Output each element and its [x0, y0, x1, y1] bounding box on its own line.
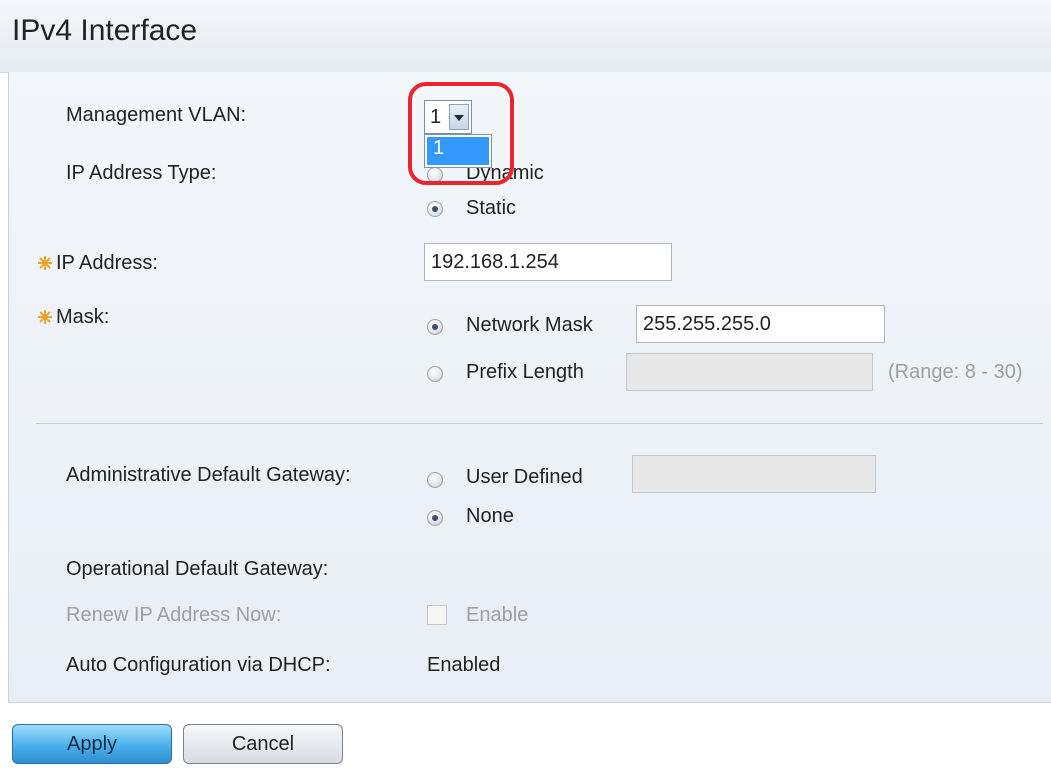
user-defined-gateway-input[interactable] [632, 455, 876, 493]
ip-address-type-label: IP Address Type: [66, 162, 217, 184]
radio-none[interactable] [427, 510, 443, 526]
operational-default-gateway-label: Operational Default Gateway: [66, 558, 329, 580]
apply-button[interactable]: Apply [12, 724, 172, 764]
auto-config-dhcp-value: Enabled [427, 654, 501, 676]
required-star-icon [38, 310, 52, 324]
network-mask-input[interactable] [636, 305, 885, 343]
ip-address-input[interactable] [424, 243, 672, 281]
highlight-annotation [408, 82, 514, 185]
radio-network-mask[interactable] [427, 319, 443, 335]
prefix-length-label: Prefix Length [466, 361, 584, 383]
static-label: Static [466, 197, 517, 219]
none-label: None [466, 505, 514, 527]
radio-prefix-length[interactable] [427, 366, 443, 382]
renew-ip-checkbox[interactable] [427, 605, 447, 625]
user-defined-label: User Defined [466, 466, 583, 488]
admin-default-gateway-label: Administrative Default Gateway: [66, 464, 351, 486]
renew-ip-enable-label: Enable [466, 604, 529, 626]
radio-user-defined[interactable] [427, 472, 443, 488]
management-vlan-label: Management VLAN: [66, 104, 247, 126]
auto-config-dhcp-label: Auto Configuration via DHCP: [66, 654, 331, 676]
page-title: IPv4 Interface [12, 14, 198, 47]
title-bar: IPv4 Interface [0, 0, 1051, 73]
network-mask-label: Network Mask [466, 314, 593, 336]
prefix-range-hint: (Range: 8 - 30) [888, 361, 1023, 383]
prefix-length-input[interactable] [626, 353, 873, 391]
mask-label: Mask: [56, 306, 110, 328]
required-star-icon [38, 256, 52, 270]
renew-ip-label: Renew IP Address Now: [66, 604, 282, 626]
radio-static[interactable] [427, 201, 443, 217]
ip-address-label: IP Address: [56, 252, 158, 274]
cancel-button[interactable]: Cancel [183, 724, 343, 764]
section-divider [36, 423, 1043, 424]
